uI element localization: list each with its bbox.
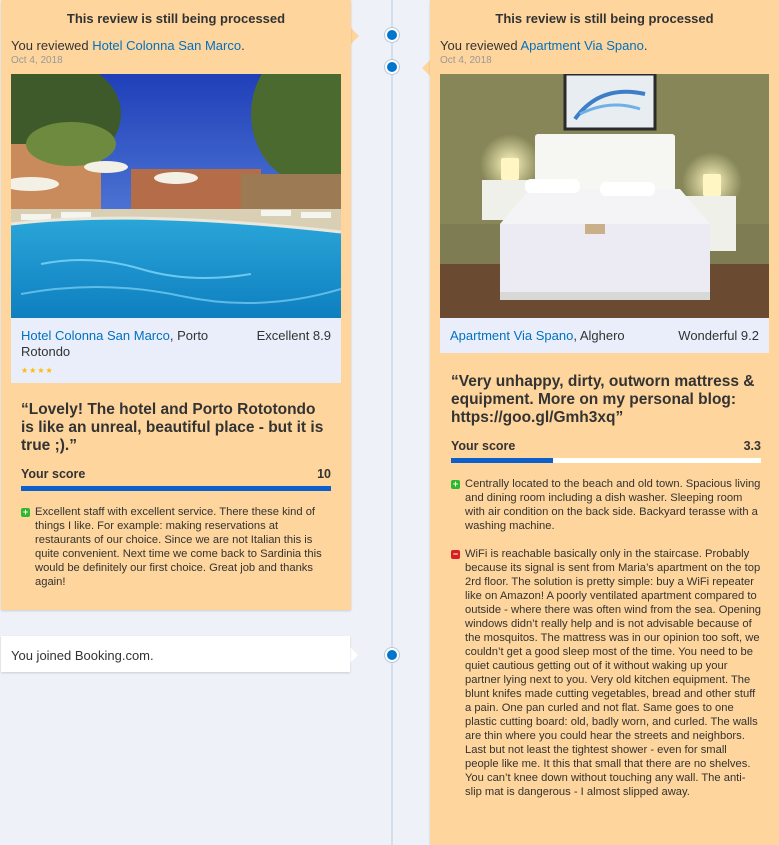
- negative-comment: − WiFi is reachable basically only in th…: [451, 547, 761, 799]
- reviewed-prefix: You reviewed: [440, 38, 518, 53]
- joined-event-card: You joined Booking.com.: [1, 636, 350, 672]
- property-rating: Wonderful 9.2: [678, 328, 759, 343]
- review-card-apartment-via-spano: This review is still being processed You…: [430, 0, 779, 845]
- card-pointer: [422, 60, 430, 76]
- positive-text: Excellent staff with excellent service. …: [35, 506, 322, 588]
- your-score-value: 3.3: [743, 439, 761, 453]
- review-headline: “Lovely! The hotel and Porto Rototondo i…: [21, 401, 324, 454]
- review-status-title: This review is still being processed: [495, 11, 714, 26]
- apartment-bedroom-photo: [440, 74, 769, 318]
- your-score-row: Your score 3.3: [451, 439, 761, 453]
- property-name-location: Hotel Colonna San Marco, Porto Rotondo: [21, 328, 241, 360]
- period: .: [643, 38, 648, 53]
- property-card[interactable]: Hotel Colonna San Marco, Porto Rotondo E…: [11, 74, 341, 383]
- hotel-pool-photo: [11, 74, 341, 318]
- property-link[interactable]: Hotel Colonna San Marco: [92, 38, 241, 53]
- minus-icon: −: [451, 549, 460, 559]
- property-link[interactable]: Apartment Via Spano: [520, 38, 643, 53]
- your-score-label: Your score: [21, 467, 86, 481]
- positive-text: Centrally located to the beach and old t…: [465, 478, 761, 532]
- review-body: “Lovely! The hotel and Porto Rototondo i…: [21, 401, 331, 589]
- property-card[interactable]: Apartment Via Spano, Alghero Wonderful 9…: [440, 74, 769, 353]
- review-status-title: This review is still being processed: [66, 11, 286, 26]
- property-info-row: Hotel Colonna San Marco, Porto Rotondo E…: [11, 318, 341, 360]
- your-score-row: Your score 10: [21, 467, 331, 481]
- your-score-label: Your score: [451, 439, 516, 453]
- timeline-dot-icon: [385, 28, 399, 42]
- your-score-bar: [21, 486, 331, 491]
- your-score-bar-fill: [21, 486, 331, 491]
- property-info-row: Apartment Via Spano, Alghero Wonderful 9…: [440, 318, 769, 344]
- your-score-value: 10: [317, 467, 331, 481]
- card-pointer: [350, 647, 358, 663]
- plus-icon: +: [451, 479, 460, 489]
- positive-comment: + Centrally located to the beach and old…: [451, 477, 761, 533]
- property-name-link[interactable]: Apartment Via Spano: [450, 328, 573, 343]
- review-summary: You reviewed Apartment Via Spano.: [440, 38, 769, 53]
- review-card-hotel-colonna: This review is still being processed You…: [1, 0, 351, 610]
- star-rating: ★★★★: [21, 366, 54, 375]
- period: .: [241, 38, 245, 53]
- timeline-dot-icon: [385, 648, 399, 662]
- your-score-bar-fill: [451, 458, 554, 463]
- review-headline: “Very unhappy, dirty, outworn mattress &…: [451, 373, 755, 426]
- timeline-dot-icon: [385, 60, 399, 74]
- timeline-line: [391, 0, 393, 845]
- property-location: , Alghero: [573, 328, 625, 343]
- negative-text: WiFi is reachable basically only in the …: [465, 548, 762, 798]
- review-date: Oct 4, 2018: [440, 55, 492, 66]
- joined-text: You joined Booking.com.: [11, 648, 154, 663]
- property-name-location: Apartment Via Spano, Alghero: [450, 328, 625, 344]
- plus-icon: +: [21, 507, 30, 517]
- reviewed-prefix: You reviewed: [11, 38, 89, 53]
- positive-comment: + Excellent staff with excellent service…: [21, 505, 331, 589]
- property-rating: Excellent 8.9: [256, 328, 331, 343]
- your-score-bar: [451, 458, 761, 463]
- review-summary: You reviewed Hotel Colonna San Marco.: [11, 38, 341, 53]
- review-date: Oct 4, 2018: [11, 55, 63, 66]
- property-name-link[interactable]: Hotel Colonna San Marco: [21, 328, 170, 343]
- card-pointer: [351, 28, 359, 44]
- review-body: “Very unhappy, dirty, outworn mattress &…: [451, 373, 761, 799]
